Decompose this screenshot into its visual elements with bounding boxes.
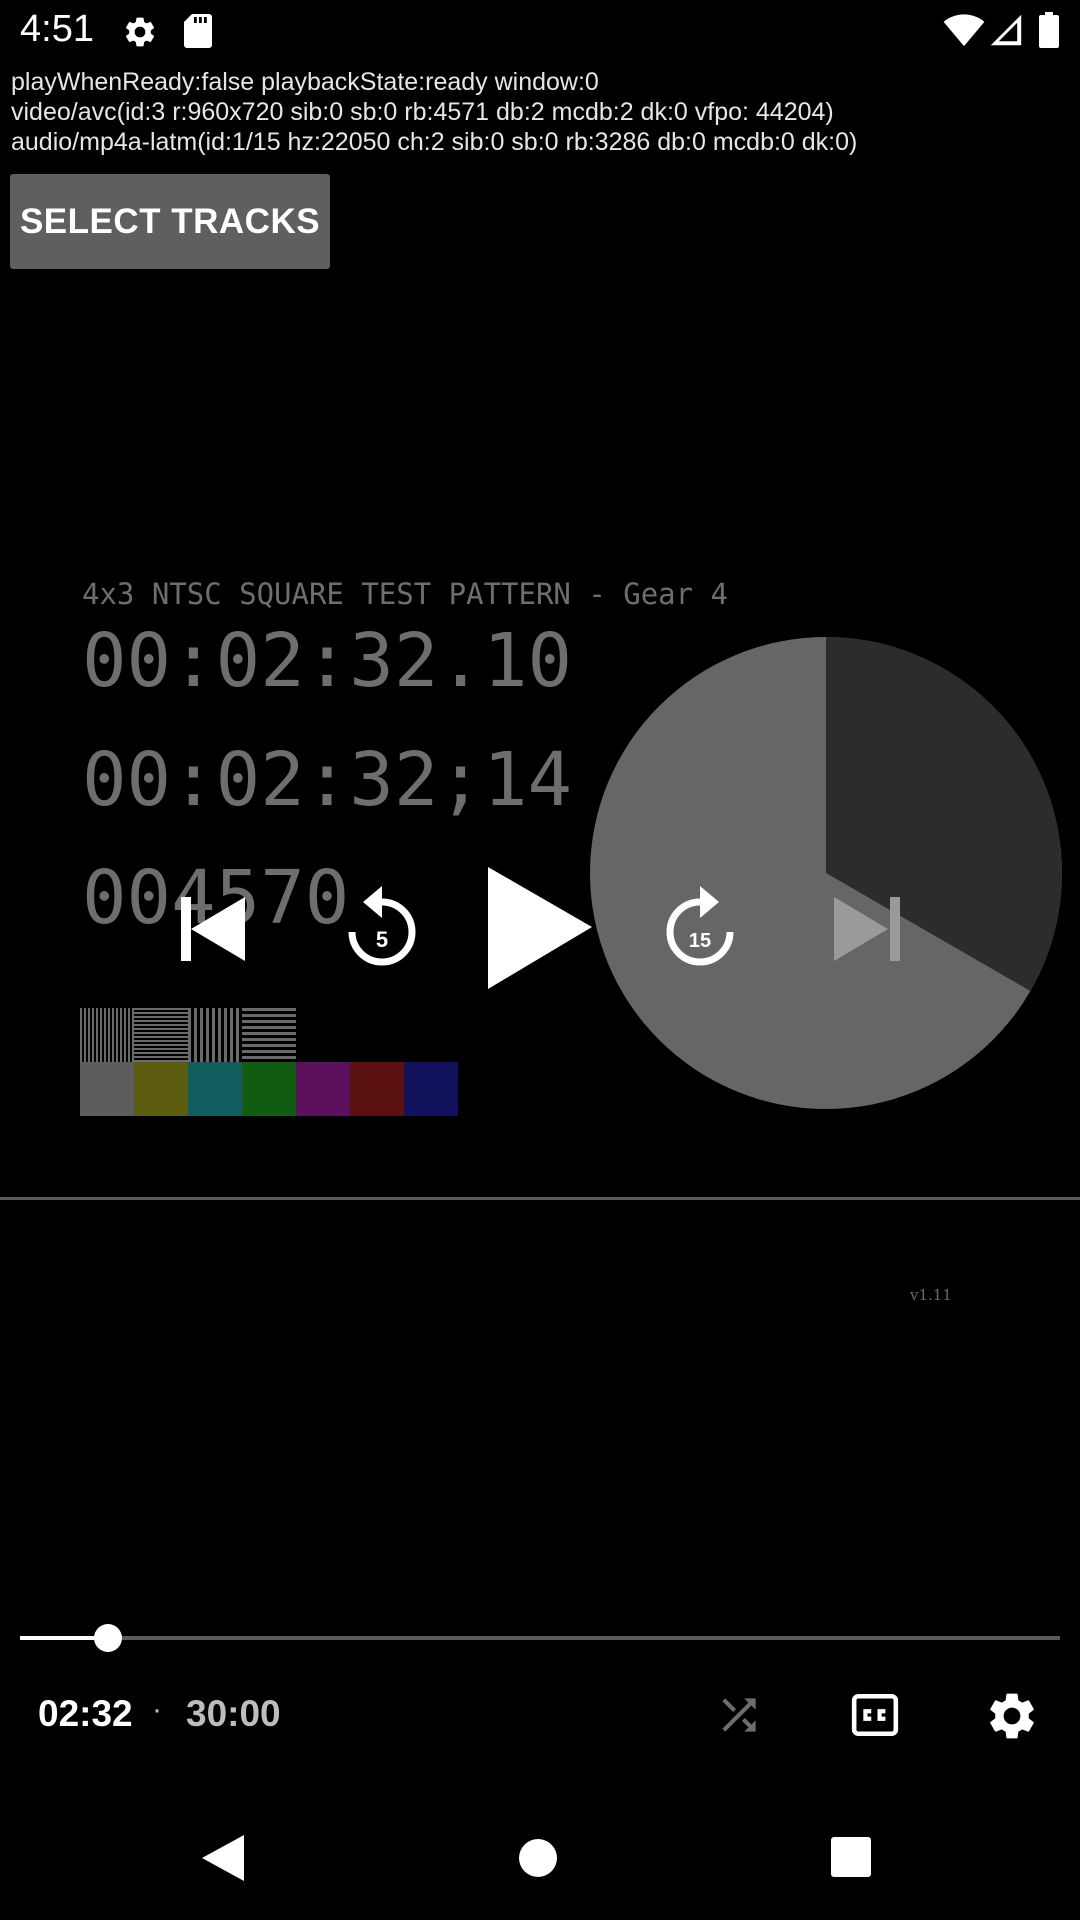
status-bar: 4:51	[0, 0, 1080, 62]
closed-caption-icon	[851, 1693, 899, 1737]
total-duration: 30:00	[186, 1693, 281, 1734]
nav-recents-button[interactable]	[830, 1836, 872, 1878]
progress-track[interactable]	[20, 1636, 1060, 1640]
battery-icon	[1039, 12, 1059, 48]
video-timecode-1: 00:02:32.10	[82, 618, 573, 704]
test-pattern-version: v1.11	[910, 1286, 952, 1304]
time-separator: ·	[152, 1693, 162, 1726]
color-bar	[188, 1062, 242, 1116]
forward-15-icon: 15	[666, 886, 734, 966]
status-clock: 4:51	[20, 8, 94, 50]
back-triangle-icon	[202, 1835, 244, 1881]
nav-home-button[interactable]	[518, 1838, 558, 1878]
settings-button[interactable]	[984, 1688, 1040, 1744]
color-bar	[80, 1062, 134, 1116]
color-bar	[350, 1062, 404, 1116]
debug-line-audio: audio/mp4a-latm(id:1/15 hz:22050 ch:2 si…	[11, 128, 858, 156]
previous-button[interactable]	[175, 889, 255, 969]
settings-icon	[125, 17, 155, 47]
recents-square-icon	[831, 1837, 871, 1877]
debug-info: playWhenReady:false playbackState:ready …	[11, 67, 857, 157]
video-timecode-2: 00:02:32;14	[82, 737, 573, 823]
color-bar	[134, 1062, 188, 1116]
test-pattern-pie	[590, 637, 1062, 1109]
skip-previous-icon	[181, 897, 245, 961]
signal-icon	[990, 14, 1022, 46]
video-divider-line	[0, 1197, 1080, 1200]
sd-card-icon	[184, 14, 212, 48]
debug-line-player-state: playWhenReady:false playbackState:ready …	[11, 68, 599, 96]
select-tracks-button[interactable]: SELECT TRACKS	[10, 174, 330, 269]
forward-seconds-label: 15	[689, 930, 711, 952]
color-bar	[404, 1062, 458, 1116]
play-button[interactable]	[480, 865, 595, 990]
color-bar	[296, 1062, 350, 1116]
test-pattern-title: 4x3 NTSC SQUARE TEST PATTERN - Gear 4	[82, 577, 729, 611]
gear-icon	[990, 1693, 1034, 1739]
wifi-icon	[943, 14, 985, 47]
debug-line-video: video/avc(id:3 r:960x720 sib:0 sb:0 rb:4…	[11, 98, 834, 126]
progress-thumb[interactable]	[94, 1624, 122, 1652]
test-pattern-bars	[80, 1008, 458, 1116]
rewind-seconds-label: 5	[376, 927, 388, 952]
replay-5-icon: 5	[348, 886, 416, 966]
shuffle-button[interactable]	[714, 1690, 764, 1740]
next-button[interactable]	[826, 889, 906, 969]
rewind-button[interactable]: 5	[337, 880, 427, 980]
fast-forward-button[interactable]: 15	[655, 880, 745, 980]
current-position: 02:32	[38, 1693, 133, 1734]
home-circle-icon	[519, 1839, 557, 1877]
nav-back-button[interactable]	[200, 1833, 248, 1883]
subtitles-button[interactable]	[850, 1692, 900, 1738]
skip-next-icon	[834, 897, 900, 961]
play-icon	[488, 867, 592, 989]
shuffle-icon	[722, 1698, 756, 1732]
color-bar	[242, 1062, 296, 1116]
